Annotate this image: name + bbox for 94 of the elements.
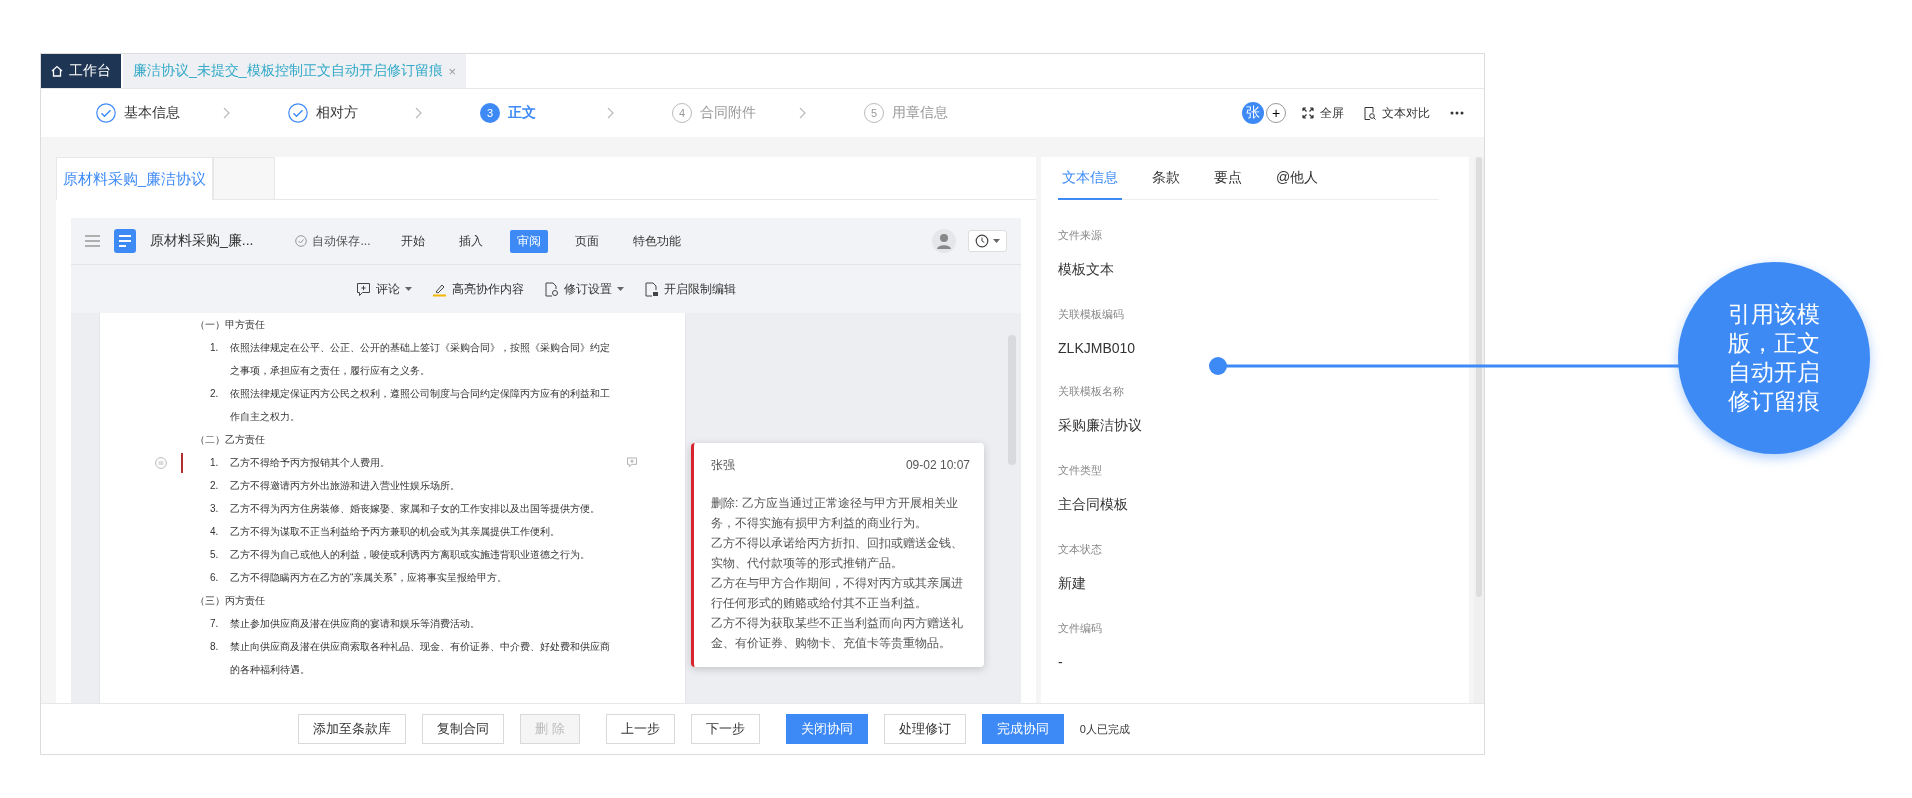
comment-author: 张强 [711, 457, 735, 474]
list-number: 6. [210, 571, 220, 585]
list-number: 8. [210, 640, 220, 654]
list-number: 1. [210, 456, 220, 470]
step-label[interactable]: 正文 [508, 104, 536, 122]
menu-tab[interactable]: 开始 [394, 229, 433, 253]
revision-marker-icon[interactable] [155, 456, 167, 469]
chevron-right-icon [222, 107, 232, 119]
list-item-text: 依照法律规定保证丙方公民之权利，遵照公司制度与合同约定保障丙方应有的利益和工作自主之权力。 [230, 387, 611, 424]
field-label: 文件类型 [1058, 463, 1104, 478]
document-lock-icon [644, 281, 659, 297]
document-tab[interactable]: 原材料采购_廉洁协议 [56, 157, 213, 200]
list-item-text: 乙方不得邀请丙方外出旅游和进入营业性娱乐场所。 [230, 479, 461, 493]
field-label: 关联模板编码 [1058, 307, 1126, 322]
check-circle-icon [295, 235, 308, 247]
toolbar-button[interactable]: 评论 [356, 280, 412, 298]
panel-tab[interactable]: @他人 [1272, 157, 1323, 200]
completion-status: 0人已完成 [1079, 721, 1130, 737]
chevron-right-icon [606, 107, 616, 119]
list-item-text: 乙方不得为谋取不正当利益给予丙方兼职的机会或为其亲属提供工作便利。 [230, 525, 561, 539]
comment-text: 乙方在与甲方合作期间，不得对丙方或其亲属进行任何形式的贿赂或给付其不正当利益。 [711, 575, 964, 612]
panel-tab[interactable]: 条款 [1148, 157, 1185, 200]
step-label[interactable]: 相对方 [316, 104, 358, 122]
comment-text: 删除: 乙方应当通过正常途径与甲方开展相关业务，不得实施有损甲方利益的商业行为。 [711, 495, 959, 532]
scrollbar-thumb[interactable] [1476, 157, 1482, 597]
field-value: 采购廉洁协议 [1058, 417, 1144, 435]
history-icon [975, 234, 990, 248]
toolbar-button[interactable]: 修订设置 [544, 280, 624, 298]
more-icon[interactable] [1450, 111, 1464, 115]
expand-icon [1302, 107, 1314, 119]
list-item-text: 依照法律规定在公平、公正、公开的基础上签订《采购合同》，按照《采购合同》约定之事项，承担应有之责任，履行应有之义务。 [230, 341, 611, 378]
field-value: 模板文本 [1058, 261, 1116, 279]
field-label: 文本状态 [1058, 542, 1104, 557]
comment-time: 09-02 10:07 [905, 457, 970, 474]
section-heading: （二）乙方责任 [195, 433, 266, 447]
comment-text: 乙方不得以承诺给丙方折扣、回扣或赠送金钱、实物、代付款项等的形式推销产品。 [711, 535, 964, 572]
field-label: 文件编码 [1058, 621, 1104, 636]
list-number: 4. [210, 525, 220, 539]
add-button[interactable]: + [1266, 103, 1286, 123]
menu-tab[interactable]: 插入 [452, 229, 491, 253]
list-item-text: 乙方不得为丙方住房装修、婚丧嫁娶、家属和子女的工作安排以及出国等提供方便。 [230, 502, 601, 516]
toolbar-button[interactable]: 高亮协作内容 [432, 280, 524, 298]
field-value: 主合同模板 [1058, 496, 1130, 514]
field-label: 关联模板名称 [1058, 384, 1126, 399]
compare-button[interactable]: 文本对比 [1364, 104, 1430, 122]
list-item-text: 禁止向供应商及潜在供应商索取各种礼品、现金、有价证券、中介费、好处费和供应商的各种福利待遇。 [230, 640, 611, 677]
action-button[interactable]: 复制合同 [422, 714, 504, 744]
list-number: 3. [210, 502, 220, 516]
caret-icon [993, 238, 1001, 244]
section-heading: （一）甲方责任 [195, 318, 266, 332]
home-icon [51, 65, 63, 77]
action-button[interactable]: 下一步 [690, 714, 760, 744]
list-number: 7. [210, 617, 220, 631]
comment-text: 乙方不得为获取某些不正当利益而向丙方赠送礼金、有价证券、购物卡、充值卡等贵重物品。 [711, 615, 964, 652]
document-search-icon [1364, 106, 1376, 120]
page-tab[interactable]: 工作台 [41, 54, 121, 88]
menu-tab[interactable]: 特色功能 [626, 229, 689, 253]
chevron-right-icon [798, 107, 808, 119]
list-item-text: 禁止参加供应商及潜在供应商的宴请和娱乐等消费活动。 [230, 617, 481, 631]
section-heading: （三）丙方责任 [195, 594, 266, 608]
list-number: 2. [210, 479, 220, 493]
panel-tab[interactable]: 要点 [1210, 157, 1247, 200]
field-value: - [1058, 654, 1064, 670]
list-item-text: 乙方不得给予丙方报销其个人费用。 [230, 456, 391, 470]
step-number: 3 [480, 103, 500, 123]
save-status: 自动保存... [312, 232, 371, 250]
action-button[interactable]: 处理修订 [883, 714, 966, 744]
chevron-right-icon [414, 107, 424, 119]
callout-bubble: 引用该模版，正文自动开启修订留痕 [1678, 262, 1870, 454]
field-value: ZLKJMB010 [1058, 340, 1137, 356]
field-value: 新建 [1058, 575, 1088, 593]
field-label: 文件来源 [1058, 228, 1104, 243]
caret-icon [405, 286, 412, 292]
action-button[interactable]: 上一步 [605, 714, 675, 744]
list-number: 1. [210, 341, 220, 355]
document-title: 原材料采购_廉... [150, 232, 254, 250]
list-item-text: 乙方不得隐瞒丙方在乙方的“亲属关系”，应将事实呈报给甲方。 [230, 571, 508, 585]
panel-tab[interactable]: 文本信息 [1058, 157, 1123, 200]
list-number: 5. [210, 548, 220, 562]
user-avatar-icon[interactable] [932, 229, 957, 253]
list-number: 2. [210, 387, 220, 401]
comment-add-icon[interactable] [627, 457, 637, 468]
caret-icon [617, 286, 624, 292]
document-icon [114, 229, 136, 253]
menu-tab[interactable]: 页面 [568, 229, 607, 253]
comment-add-icon [356, 281, 371, 297]
toolbar-button[interactable]: 开启限制编辑 [644, 280, 736, 298]
history-button[interactable] [968, 230, 1008, 252]
fullscreen-button[interactable]: 全屏 [1302, 104, 1344, 122]
step-label[interactable]: 基本信息 [124, 104, 180, 122]
list-item-text: 乙方不得为自己或他人的利益，唆使或利诱丙方离职或实施违背职业道德之行为。 [230, 548, 591, 562]
document-gear-icon [544, 281, 559, 297]
menu-icon[interactable] [85, 235, 100, 247]
action-button[interactable]: 添加至条款库 [298, 714, 406, 744]
